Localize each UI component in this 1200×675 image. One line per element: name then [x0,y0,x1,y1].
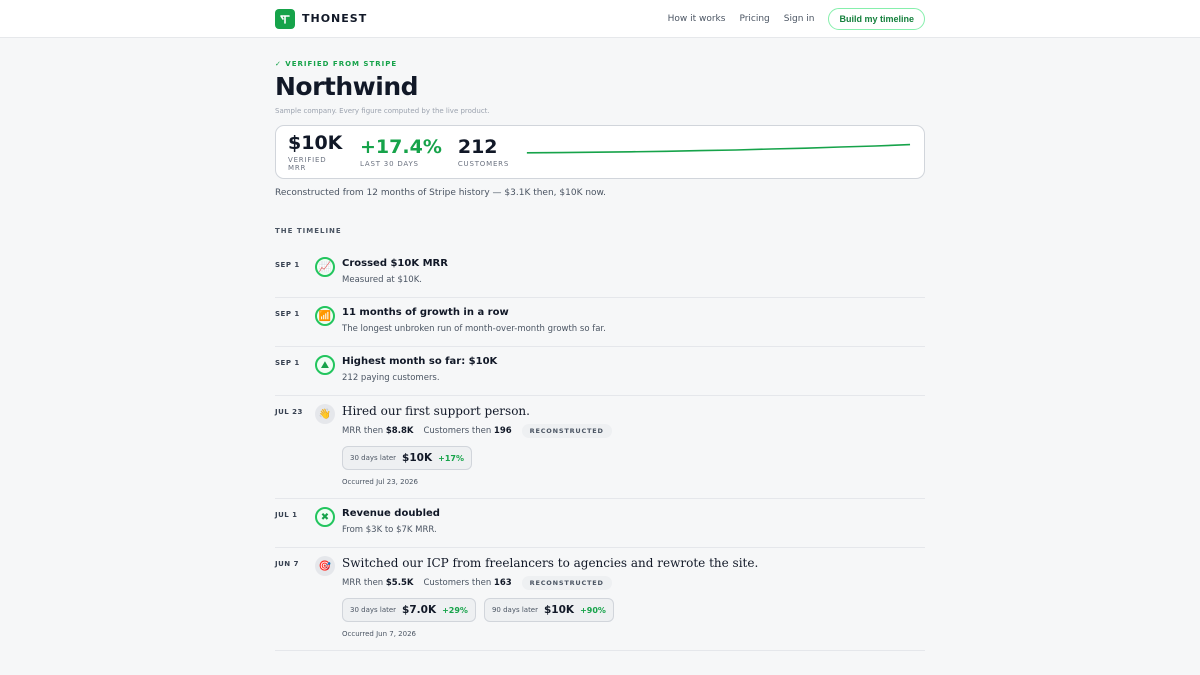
timeline-item: JUL 1 ✖ Revenue doubled From $3K to $7K MRR… [275,499,925,548]
window-label: 90 days later [491,606,538,614]
timeline-title: Revenue doubled [342,508,440,519]
timeline-content: 11 months of growth in a row The longest … [342,306,925,334]
stat-customers-label: CUSTOMERS [457,159,510,168]
timeline-content: Hired our first support person. MRR then … [342,404,925,486]
timeline-meta: MRR then $5.5K Customers then 163 RECONSTR… [342,576,925,590]
mrr-then: MRR then $8.8K [342,426,414,436]
timeline-item: SEP 1 📶 11 months of growth in a row The lo… [275,298,925,347]
nav-how-it-works[interactable]: How it works [668,14,726,24]
timeline-content: Crossed $10K MRR Measured at $10K. [342,257,925,285]
timeline-content: Revenue doubled From $3K to $7K MRR. [342,507,925,535]
nav-links: How it works Pricing Sign in Build my ti… [668,7,925,30]
sparkline-path [526,143,911,154]
timeline-item: JUN 7 🎯 Switched our ICP from freelancers … [275,548,925,651]
timeline-date: JUL 23 [275,408,303,416]
outcome-windows: 30 days later $7.0K +29% 90 days later $10K +… [342,598,925,622]
mountain-icon: ⛰ [315,355,335,375]
occurred-date: Occurred Jun 7, 2026 [342,630,416,638]
reconstruction-note: Reconstructed from 12 months of Stripe h… [275,188,606,198]
timeline-date: SEP 1 [275,261,300,269]
top-navigation: THONEST How it works Pricing Sign in Bui… [0,0,1200,38]
reconstructed-badge: RECONSTRUCTED [521,576,612,590]
timeline-description: The longest unbroken run of month-over-m… [342,324,606,334]
nav-sign-in[interactable]: Sign in [784,14,815,24]
timeline-title: Hired our first support person. [342,404,530,418]
outcome-windows: 30 days later $10K +17% [342,446,925,470]
window-label: 30 days later [350,606,397,614]
timeline-title: 11 months of growth in a row [342,307,509,318]
timeline-item: JUL 23 👋 Hired our first support person. MR… [275,396,925,499]
stat-customers: 212 CUSTOMERS [457,135,510,168]
window-delta: +17% [438,453,464,463]
timeline-date: SEP 1 [275,310,300,318]
timeline-description: Measured at $10K. [342,275,422,285]
timeline-title: Crossed $10K MRR [342,258,448,269]
sample-note: Sample company. Every figure computed by… [275,107,490,115]
stat-growth-label: LAST 30 DAYS [360,159,419,168]
window-value: $10K [402,452,433,464]
stat-customers-value: 212 [457,135,498,158]
mrr-then: MRR then $5.5K [342,578,414,588]
window-value: $10K [544,604,575,616]
logo-icon [275,8,295,29]
nav-pricing[interactable]: Pricing [739,14,769,24]
brand-name: THONEST [302,12,368,25]
verified-badge: ✓ VERIFIED FROM STRIPE [275,60,398,68]
window-label: 30 days later [350,454,397,462]
brand[interactable]: THONEST [275,8,368,29]
window-value: $7.0K [402,604,437,616]
timeline-title: Switched our ICP from freelancers to age… [342,556,759,570]
stat-mrr: $10K VERIFIED MRR [288,131,344,172]
customers-then: Customers then 196 [423,426,512,436]
outcome-window: 30 days later $10K +17% [342,446,472,470]
stats-card: $10K VERIFIED MRR +17.4% LAST 30 DAYS 21… [275,125,925,179]
timeline-content: Highest month so far: $10K 212 paying cus… [342,355,925,383]
timeline-date: JUL 1 [275,511,298,519]
timeline-date: SEP 1 [275,359,300,367]
timeline-list: SEP 1 📈 Crossed $10K MRR Measured at $10K. S… [275,249,925,651]
main-content: ✓ VERIFIED FROM STRIPE Northwind Sample … [275,60,925,651]
timeline-description: 212 paying customers. [342,373,440,383]
timeline-content: Switched our ICP from freelancers to age… [342,556,925,638]
outcome-window: 90 days later $10K +90% [483,598,614,622]
stat-mrr-label: VERIFIED MRR [288,155,327,172]
cross-icon: ✖ [315,507,335,527]
timeline-item: SEP 1 📈 Crossed $10K MRR Measured at $10K. [275,249,925,298]
timeline-title: Highest month so far: $10K [342,356,498,367]
timeline-description: From $3K to $7K MRR. [342,525,437,535]
bar-chart-icon: 📶 [315,306,335,326]
reconstructed-badge: RECONSTRUCTED [521,424,612,438]
stat-mrr-value: $10K [288,131,343,154]
timeline-item: SEP 1 ⛰ Highest month so far: $10K 212 payi… [275,347,925,396]
window-delta: +29% [442,605,468,615]
occurred-date: Occurred Jul 23, 2026 [342,478,418,486]
timeline-date: JUN 7 [275,560,299,568]
wave-hand-icon: 👋 [315,404,335,424]
stat-growth-value: +17.4% [360,135,442,158]
build-timeline-button[interactable]: Build my timeline [828,7,925,30]
mrr-sparkline [526,143,911,154]
timeline-heading: THE TIMELINE [275,227,342,235]
chart-up-icon: 📈 [315,257,335,277]
timeline-meta: MRR then $8.8K Customers then 196 RECONSTR… [342,424,925,438]
stat-growth: +17.4% LAST 30 DAYS [360,135,442,168]
company-name: Northwind [275,72,419,101]
customers-then: Customers then 163 [423,578,512,588]
window-delta: +90% [580,605,606,615]
outcome-window: 30 days later $7.0K +29% [342,598,476,622]
target-icon: 🎯 [315,556,335,576]
